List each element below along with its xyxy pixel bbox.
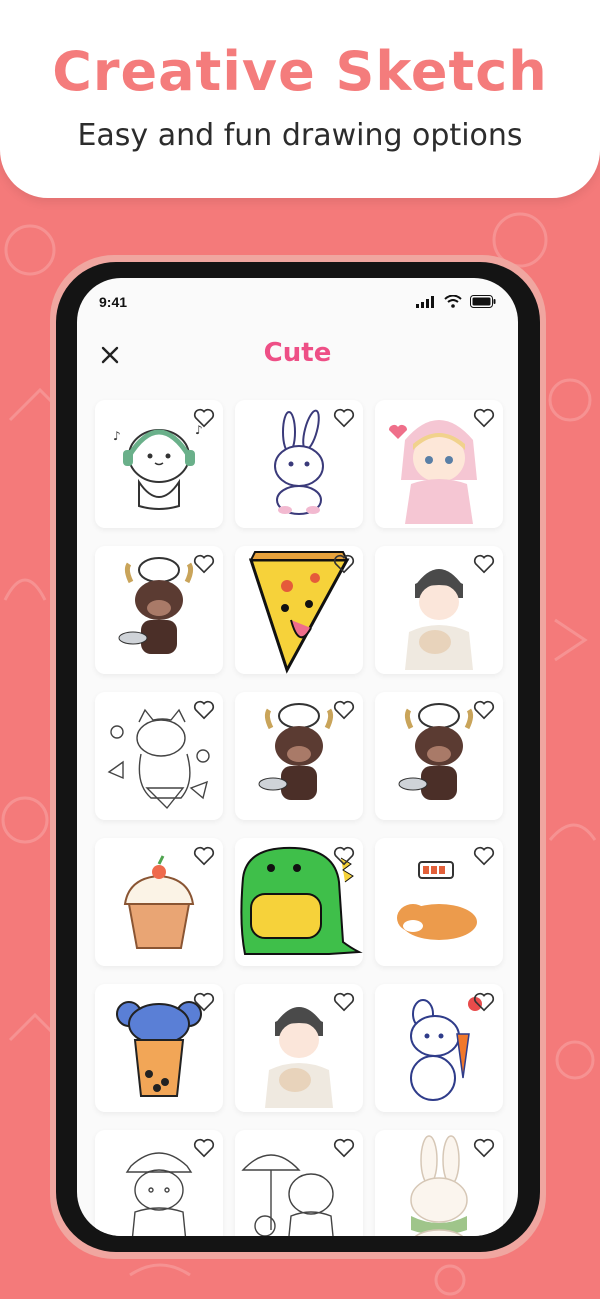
heart-icon[interactable] <box>333 554 355 574</box>
banner-subtitle: Easy and fun drawing options <box>77 118 523 153</box>
heart-icon[interactable] <box>333 992 355 1012</box>
sticker-card-boy-with-cat[interactable] <box>375 546 503 674</box>
heart-icon[interactable] <box>193 700 215 720</box>
screen-title: Cute <box>263 338 332 368</box>
sticker-card-girl-outline-sketch[interactable] <box>95 1130 223 1236</box>
heart-icon[interactable] <box>473 408 495 428</box>
heart-icon[interactable] <box>473 700 495 720</box>
status-icons <box>416 295 496 308</box>
phone-screen: 9:41 Cute ♪ ♪ <box>77 278 518 1236</box>
sticker-card-bubble-tea-koala[interactable] <box>95 984 223 1112</box>
svg-text:♪: ♪ <box>113 429 121 443</box>
heart-icon[interactable] <box>473 992 495 1012</box>
sticker-card-bunny-carrot[interactable] <box>375 984 503 1112</box>
sticker-card-bull-chef-3[interactable] <box>375 692 503 820</box>
heart-icon[interactable] <box>193 554 215 574</box>
heart-icon[interactable] <box>193 1138 215 1158</box>
heart-icon[interactable] <box>333 846 355 866</box>
sticker-card-girls-umbrella-sketch[interactable] <box>235 1130 363 1236</box>
promo-banner: Creative Sketch Easy and fun drawing opt… <box>0 0 600 198</box>
sticker-card-bull-chef[interactable] <box>95 546 223 674</box>
signal-icon <box>416 295 434 308</box>
heart-icon[interactable] <box>333 700 355 720</box>
heart-icon[interactable] <box>193 846 215 866</box>
sticker-grid: ♪ ♪ <box>95 400 503 1236</box>
battery-icon <box>470 295 496 308</box>
heart-icon[interactable] <box>473 846 495 866</box>
banner-title: Creative Sketch <box>52 40 548 103</box>
heart-icon[interactable] <box>333 408 355 428</box>
heart-icon[interactable] <box>193 408 215 428</box>
wifi-icon <box>444 295 462 308</box>
heart-icon[interactable] <box>333 1138 355 1158</box>
heart-icon[interactable] <box>193 992 215 1012</box>
sticker-card-mochi-headphones[interactable]: ♪ ♪ <box>95 400 223 528</box>
sticker-card-bunny-pastel[interactable] <box>375 1130 503 1236</box>
sticker-card-anime-boy-hoodie[interactable] <box>375 400 503 528</box>
sticker-card-cupcake[interactable] <box>95 838 223 966</box>
sticker-card-green-dino[interactable] <box>235 838 363 966</box>
status-time: 9:41 <box>99 294 128 310</box>
sticker-card-shiba-battery[interactable] <box>375 838 503 966</box>
heart-icon[interactable] <box>473 554 495 574</box>
sticker-card-pizza-slice[interactable] <box>235 546 363 674</box>
sticker-card-boy-with-cat-2[interactable] <box>235 984 363 1112</box>
heart-icon[interactable] <box>473 1138 495 1158</box>
sticker-card-bull-chef-2[interactable] <box>235 692 363 820</box>
sticker-card-cat-outline-sketch[interactable] <box>95 692 223 820</box>
sticker-card-bunny[interactable] <box>235 400 363 528</box>
